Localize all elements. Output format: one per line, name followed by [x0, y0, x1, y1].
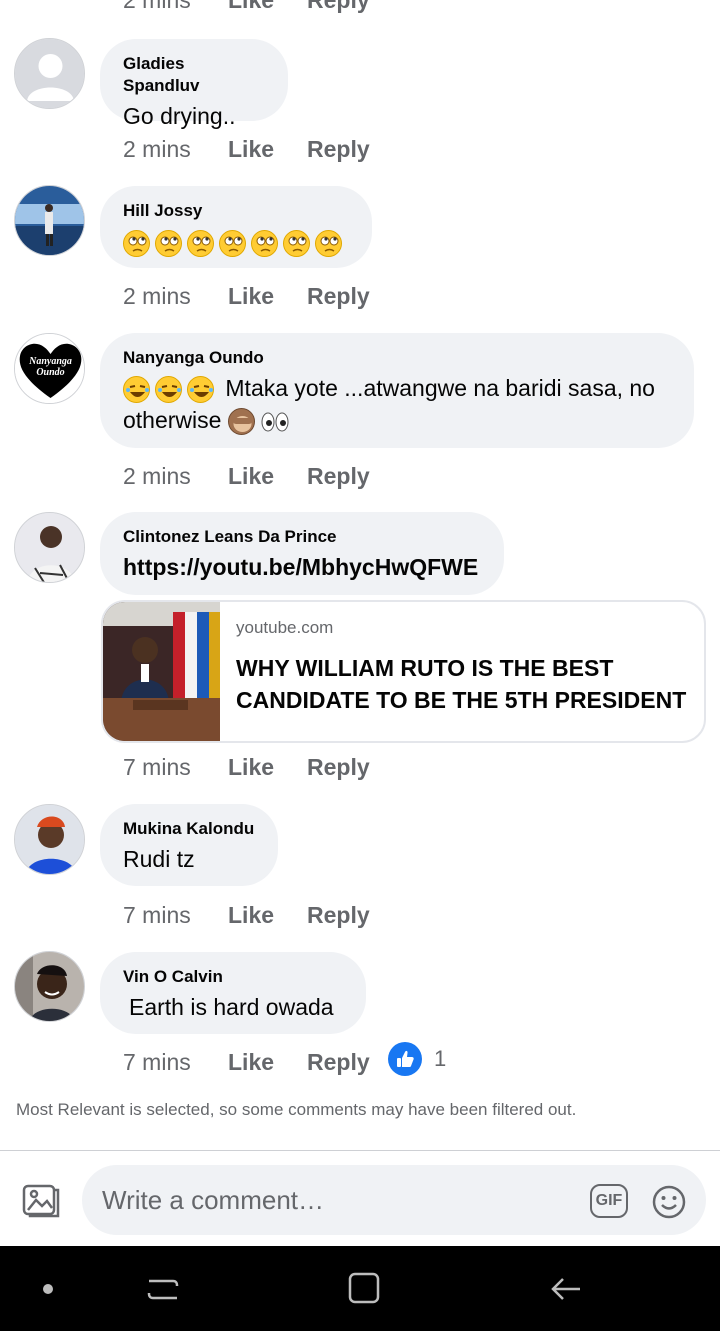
profile-photo-icon	[15, 513, 84, 582]
comment-author[interactable]: Hill Jossy	[123, 200, 349, 222]
eye-roll-emoji-icon	[123, 230, 150, 258]
comment-meta: 2 mins Like Reply	[123, 281, 370, 311]
heart-avatar-icon: Nanyanga Oundo	[15, 334, 84, 403]
default-avatar-icon	[15, 39, 84, 108]
link-preview-card[interactable]: youtube.com WHY WILLIAM RUTO IS THE BEST…	[101, 600, 706, 743]
comment-bubble[interactable]: Vin O Calvin Earth is hard owada	[100, 952, 366, 1034]
like-link[interactable]: Like	[228, 283, 307, 310]
profile-photo-icon	[15, 805, 84, 874]
gif-button[interactable]: GIF	[590, 1184, 628, 1218]
comment-text-row: Mtaka yote ...atwangwe na baridi sasa, n…	[123, 372, 671, 436]
like-reaction-icon	[388, 1042, 422, 1076]
comment-time: 2 mins	[123, 462, 191, 489]
comment-text: Rudi tz	[123, 846, 195, 872]
back-icon[interactable]	[546, 1268, 586, 1308]
comment-composer: Write a comment… GIF	[0, 1150, 720, 1246]
nav-dot-icon[interactable]	[28, 1268, 68, 1308]
comment-author[interactable]: Vin O Calvin	[123, 966, 343, 988]
comment-author[interactable]: Clintonez Leans Da Prince	[123, 526, 481, 548]
reply-link[interactable]: Reply	[307, 1049, 370, 1076]
reply-link[interactable]: Reply	[307, 283, 370, 310]
eye-roll-emoji-icon	[315, 230, 342, 258]
comment-bubble[interactable]: Clintonez Leans Da Prince https://youtu.…	[100, 512, 504, 595]
comment-bubble[interactable]: Gladies Spandluv Go drying..	[100, 39, 288, 129]
profile-photo-icon	[15, 186, 84, 255]
comment-meta-partial: 2 mins Like Reply	[123, 0, 370, 14]
comment-bubble[interactable]: Mukina Kalondu Rudi tz	[100, 804, 278, 886]
comment-meta: 7 mins Like Reply	[123, 752, 370, 782]
laughing-emoji-icon	[155, 376, 182, 404]
comment-meta: 7 mins Like Reply	[123, 1047, 370, 1077]
profile-photo-icon	[15, 952, 84, 1021]
comment-meta: 2 mins Like Reply	[123, 134, 370, 164]
video-thumbnail	[103, 602, 220, 741]
photo-attach-icon[interactable]	[22, 1182, 60, 1218]
link-title[interactable]: WHY WILLIAM RUTO IS THE BEST CANDIDATE T…	[236, 652, 696, 716]
comments-feed: 2 mins Like Reply Gladies Spandluv Go dr…	[0, 0, 720, 1150]
like-link[interactable]: Like	[228, 902, 307, 929]
laughing-emoji-icon	[187, 376, 214, 404]
eye-roll-emoji-icon	[187, 230, 214, 258]
reaction-count: 1	[434, 1046, 447, 1071]
comment-time: 2 mins	[123, 135, 191, 162]
comment-meta: 2 mins Like Reply	[123, 461, 370, 491]
avatar[interactable]	[14, 951, 85, 1022]
like-link[interactable]: Like	[228, 463, 307, 490]
avatar[interactable]	[14, 185, 85, 256]
comment-emoji-text	[123, 226, 349, 258]
svg-text:Nanyanga: Nanyanga	[28, 356, 72, 367]
avatar[interactable]	[14, 512, 85, 583]
comment-meta: 7 mins Like Reply	[123, 900, 370, 930]
comment-input-placeholder: Write a comment…	[102, 1184, 325, 1215]
eyes-emoji-icon	[260, 410, 290, 434]
filter-notice: Most Relevant is selected, so some comme…	[16, 1100, 577, 1119]
like-link[interactable]: Like	[228, 0, 307, 14]
eye-roll-emoji-icon	[155, 230, 182, 258]
avatar[interactable]	[14, 38, 85, 109]
reply-link[interactable]: Reply	[307, 902, 370, 929]
reaction-summary[interactable]: 1	[388, 1042, 446, 1076]
like-link[interactable]: Like	[228, 754, 307, 781]
like-link[interactable]: Like	[228, 136, 307, 163]
svg-text:Oundo: Oundo	[36, 367, 64, 378]
see-no-evil-monkey-icon	[227, 408, 255, 436]
home-icon[interactable]	[344, 1268, 384, 1308]
eye-roll-emoji-icon	[251, 230, 278, 258]
reply-link[interactable]: Reply	[307, 136, 370, 163]
like-link[interactable]: Like	[228, 1049, 307, 1076]
comment-author[interactable]: Gladies Spandluv	[123, 53, 265, 97]
reply-link[interactable]: Reply	[307, 0, 370, 14]
comment-link[interactable]: https://youtu.be/MbhycHwQFWE	[123, 551, 481, 583]
avatar[interactable]	[14, 804, 85, 875]
comment-time: 7 mins	[123, 901, 191, 928]
comment-author[interactable]: Nanyanga Oundo	[123, 347, 671, 369]
reply-link[interactable]: Reply	[307, 463, 370, 490]
avatar[interactable]: Nanyanga Oundo	[14, 333, 85, 404]
comment-author[interactable]: Mukina Kalondu	[123, 818, 255, 840]
system-navigation-bar	[0, 1246, 720, 1331]
comment-text: Earth is hard owada	[123, 991, 343, 1023]
reply-link[interactable]: Reply	[307, 754, 370, 781]
comment-time: 2 mins	[123, 282, 191, 309]
comment-bubble[interactable]: Nanyanga Oundo Mtaka yote ...atwangwe na…	[100, 333, 694, 448]
recent-apps-icon[interactable]	[143, 1268, 183, 1308]
comment-time: 2 mins	[123, 0, 228, 14]
comment-time: 7 mins	[123, 1048, 191, 1075]
comment-time: 7 mins	[123, 753, 191, 780]
laughing-emoji-icon	[123, 376, 150, 404]
eye-roll-emoji-icon	[283, 230, 310, 258]
comment-text: Go drying..	[123, 103, 236, 129]
link-domain: youtube.com	[236, 618, 334, 637]
comment-bubble[interactable]: Hill Jossy 🙄🙄🙄🙄🙄🙄🙄	[100, 186, 372, 268]
emoji-picker-icon[interactable]	[651, 1184, 687, 1220]
eye-roll-emoji-icon	[219, 230, 246, 258]
comment-text-value: Earth is hard owada	[129, 994, 334, 1020]
